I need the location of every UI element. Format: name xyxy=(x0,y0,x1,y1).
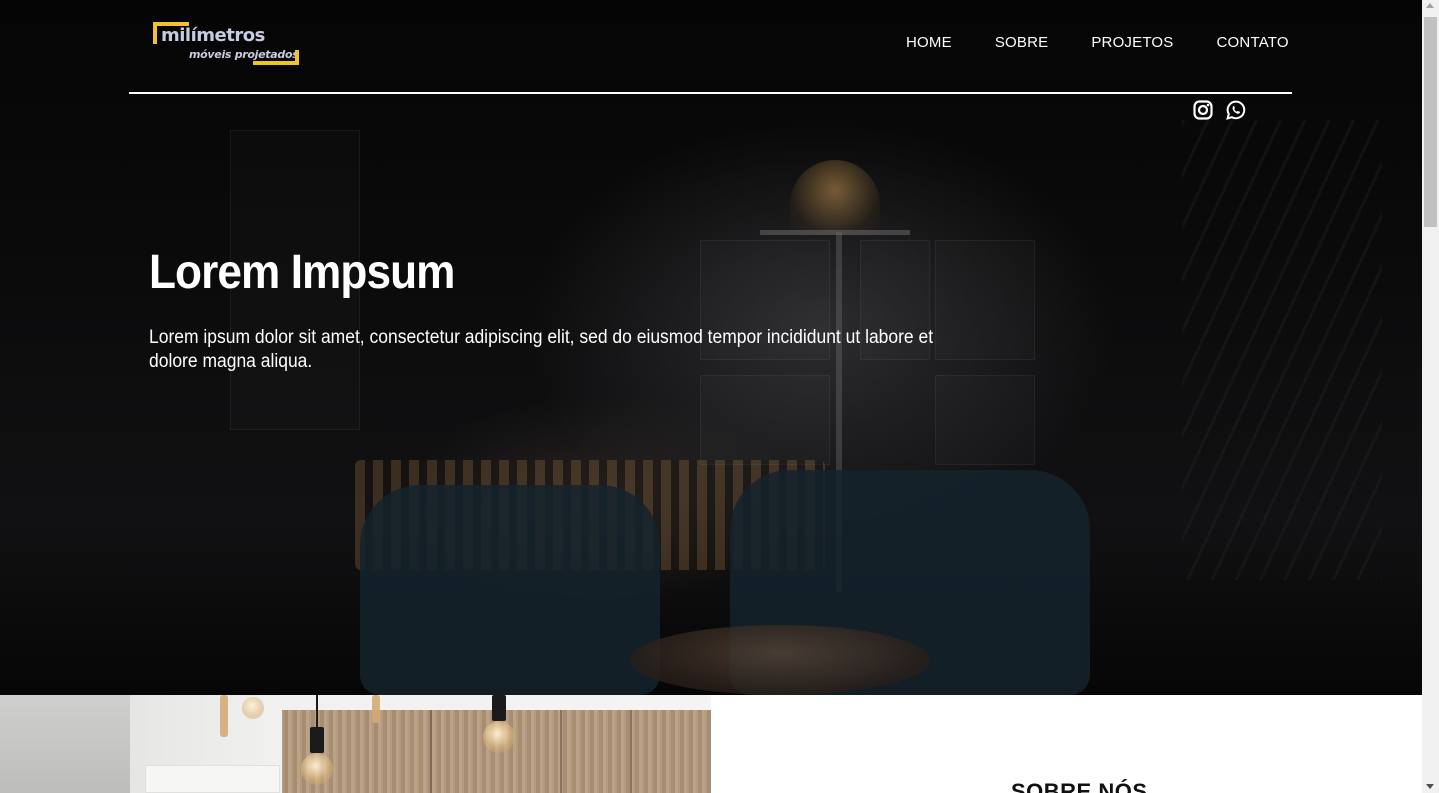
cabinet-seam xyxy=(560,710,562,793)
about-image xyxy=(0,695,711,793)
bulb-socket xyxy=(492,695,506,721)
light-bulb xyxy=(301,753,333,785)
light-bulb xyxy=(483,721,515,753)
bulb-cord xyxy=(316,695,318,727)
wall-panel xyxy=(935,375,1035,465)
hanging-ornament xyxy=(220,695,228,737)
kitchen-wall xyxy=(0,695,130,793)
scrollbar-thumb[interactable] xyxy=(1424,17,1437,227)
whatsapp-icon[interactable] xyxy=(1226,100,1246,120)
page-scrollbar[interactable] xyxy=(1422,0,1439,793)
hero-title: Lorem Impsum xyxy=(149,246,455,299)
about-title: SOBRE NÓS xyxy=(1011,779,1148,793)
bulb-socket xyxy=(310,727,324,753)
scroll-down-arrow-icon[interactable] xyxy=(1426,784,1434,789)
plant xyxy=(1182,120,1382,580)
hero-description: Lorem ipsum dolor sit amet, consectetur … xyxy=(149,327,934,372)
white-cabinet xyxy=(145,765,280,793)
instagram-icon[interactable] xyxy=(1193,100,1213,120)
hero-section: milímetros móveis projetados HOME SOBRE … xyxy=(0,0,1422,695)
nav-item-home[interactable]: HOME xyxy=(906,34,952,51)
social-links xyxy=(1193,100,1246,120)
wall-panel xyxy=(700,375,830,465)
nav-item-projetos[interactable]: PROJETOS xyxy=(1091,34,1173,51)
logo[interactable]: milímetros móveis projetados xyxy=(153,22,303,68)
floor-lamp-shade xyxy=(790,160,880,235)
scroll-up-arrow-icon[interactable] xyxy=(1426,3,1434,8)
armchair-left xyxy=(360,485,660,695)
nav-item-contato[interactable]: CONTATO xyxy=(1217,34,1289,51)
coffee-table xyxy=(630,625,930,695)
about-section: SOBRE NÓS xyxy=(711,695,1422,793)
logo-main-text: milímetros xyxy=(161,25,265,46)
main-nav: HOME SOBRE PROJETOS CONTATO xyxy=(880,34,1306,51)
header-divider xyxy=(129,92,1292,94)
floor-lamp-arm xyxy=(760,230,910,235)
light-bulb xyxy=(242,697,264,719)
logo-bracket-bottom xyxy=(253,50,299,65)
cabinet-seam xyxy=(430,710,432,793)
wall-panel xyxy=(935,240,1035,360)
hanging-ornament xyxy=(372,695,380,723)
nav-item-sobre[interactable]: SOBRE xyxy=(995,34,1049,51)
cabinet-seam xyxy=(630,710,632,793)
